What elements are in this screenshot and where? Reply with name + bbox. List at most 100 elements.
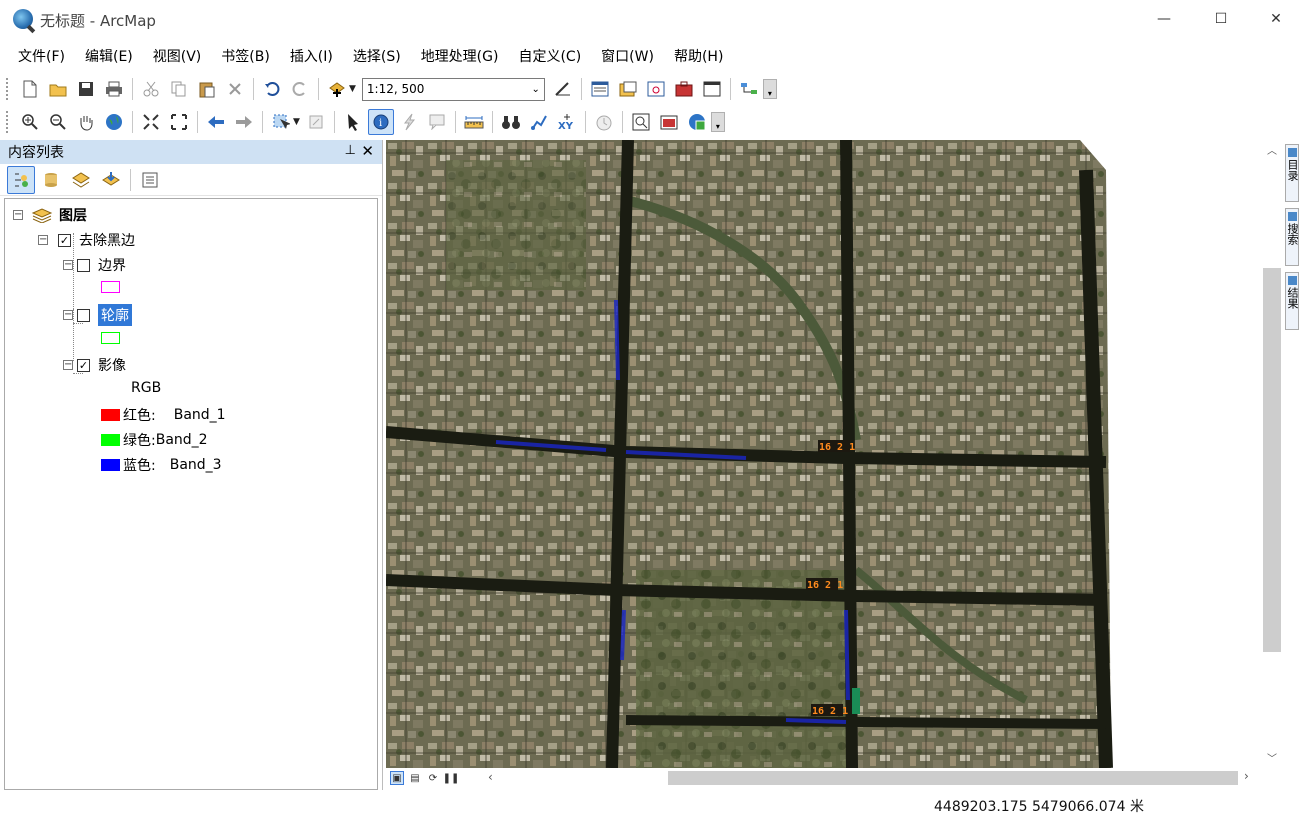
collapse-icon[interactable]: − <box>63 260 73 270</box>
chevron-down-icon[interactable]: ⌄ <box>532 84 540 95</box>
menu-view[interactable]: 视图(V) <box>143 42 212 70</box>
toolbar-grip[interactable] <box>6 111 10 133</box>
collapse-icon[interactable]: − <box>63 310 73 320</box>
boundary-symbol[interactable] <box>101 281 120 293</box>
redo-icon[interactable] <box>287 76 313 102</box>
search-tab[interactable]: 搜索 <box>1285 208 1299 266</box>
add-data-dropdown-icon[interactable]: ▼ <box>349 84 356 94</box>
toolbar-options-icon[interactable]: ▾ <box>762 79 777 99</box>
undo-icon[interactable] <box>259 76 285 102</box>
measure-ruler-icon[interactable] <box>461 109 487 135</box>
go-to-xy-icon[interactable]: XY <box>554 109 580 135</box>
vertical-scroll-thumb[interactable] <box>1263 268 1281 652</box>
list-by-visibility-icon[interactable] <box>67 166 95 194</box>
layer-group-remove-black-edge[interactable]: − ✓ 去除黑边 <box>38 230 135 250</box>
hyperlink-lightning-icon[interactable] <box>396 109 422 135</box>
refresh-icon[interactable]: ⟳ <box>426 771 440 785</box>
clear-selection-icon[interactable] <box>303 109 329 135</box>
arcgis-online-globe-icon[interactable] <box>684 109 710 135</box>
html-popup-icon[interactable] <box>424 109 450 135</box>
forward-arrow-icon[interactable] <box>231 109 257 135</box>
create-viewer-window-icon[interactable] <box>628 109 654 135</box>
map-vertical-scrollbar[interactable]: ︿ ﹀ <box>1262 140 1282 768</box>
layer-swipe-icon[interactable] <box>656 109 682 135</box>
find-route-icon[interactable] <box>526 109 552 135</box>
python-window-icon[interactable] <box>699 76 725 102</box>
print-icon[interactable] <box>101 76 127 102</box>
data-view-icon[interactable]: ▣ <box>390 771 404 785</box>
map-display[interactable]: 16 2 1 16 2 1 16 2 1 <box>386 140 1262 768</box>
toolbar-options-icon[interactable]: ▾ <box>710 112 725 132</box>
select-features-dropdown-icon[interactable]: ▼ <box>293 117 300 127</box>
band-green[interactable]: 绿色: Band_2 <box>101 430 208 450</box>
toc-close-icon[interactable]: ✕ <box>361 142 374 160</box>
scroll-left-icon[interactable]: ‹ <box>488 770 493 784</box>
time-slider-icon[interactable] <box>591 109 617 135</box>
zoom-in-icon[interactable] <box>17 109 43 135</box>
layer-image[interactable]: − ✓ 影像 <box>63 355 126 375</box>
menu-insert[interactable]: 插入(I) <box>280 42 343 70</box>
pause-drawing-icon[interactable]: ❚❚ <box>443 771 460 785</box>
menu-help[interactable]: 帮助(H) <box>664 42 733 70</box>
select-features-icon[interactable] <box>268 109 294 135</box>
collapse-icon[interactable]: − <box>38 235 48 245</box>
menu-file[interactable]: 文件(F) <box>8 42 75 70</box>
full-extent-globe-icon[interactable] <box>101 109 127 135</box>
cut-icon[interactable] <box>138 76 164 102</box>
new-document-icon[interactable] <box>17 76 43 102</box>
map-scale-combobox[interactable]: 1:12, 500 ⌄ <box>361 77 545 101</box>
menu-bookmarks[interactable]: 书签(B) <box>211 42 280 70</box>
layer-boundary[interactable]: − 边界 <box>63 255 126 275</box>
aerial-imagery-map[interactable]: 16 2 1 16 2 1 16 2 1 <box>386 140 1262 768</box>
tree-root-layers[interactable]: − 图层 <box>13 205 87 225</box>
find-binoculars-icon[interactable] <box>498 109 524 135</box>
close-button[interactable]: ✕ <box>1253 0 1299 38</box>
catalog-window-icon[interactable] <box>615 76 641 102</box>
results-tab[interactable]: 结果 <box>1285 272 1299 330</box>
list-by-drawing-order-icon[interactable] <box>7 165 35 194</box>
red-band-swatch[interactable] <box>101 409 120 421</box>
blue-band-swatch[interactable] <box>101 459 120 471</box>
fixed-zoom-out-icon[interactable] <box>166 109 192 135</box>
scroll-right-icon[interactable]: › <box>1244 769 1249 783</box>
group-visibility-checkbox[interactable]: ✓ <box>58 233 71 247</box>
band-red[interactable]: 红色: Band_1 <box>101 405 226 425</box>
save-icon[interactable] <box>73 76 99 102</box>
minimize-button[interactable]: — <box>1141 0 1187 38</box>
menu-edit[interactable]: 编辑(E) <box>75 42 143 70</box>
layout-view-icon[interactable]: ▤ <box>408 771 422 785</box>
band-blue[interactable]: 蓝色: Band_3 <box>101 455 222 475</box>
horizontal-scroll-thumb[interactable] <box>668 771 1238 785</box>
zoom-out-icon[interactable] <box>45 109 71 135</box>
layer-outline[interactable]: − 轮廓 <box>63 304 132 326</box>
modelbuilder-icon[interactable] <box>736 76 762 102</box>
toc-options-icon[interactable] <box>136 166 164 194</box>
fixed-zoom-in-icon[interactable] <box>138 109 164 135</box>
back-arrow-icon[interactable] <box>203 109 229 135</box>
boundary-symbol-swatch[interactable] <box>101 281 120 293</box>
maximize-button[interactable]: ☐ <box>1198 0 1244 38</box>
editor-toolbar-icon[interactable] <box>550 76 576 102</box>
image-visibility-checkbox[interactable]: ✓ <box>77 358 90 372</box>
outline-symbol-swatch[interactable] <box>101 332 120 344</box>
copy-icon[interactable] <box>166 76 192 102</box>
scroll-down-icon[interactable]: ﹀ <box>1262 750 1282 765</box>
pan-hand-icon[interactable] <box>73 109 99 135</box>
outline-visibility-checkbox[interactable] <box>77 308 90 322</box>
boundary-visibility-checkbox[interactable] <box>77 258 90 272</box>
menu-geoprocessing[interactable]: 地理处理(G) <box>411 42 509 70</box>
add-data-icon[interactable] <box>324 76 350 102</box>
list-by-selection-icon[interactable] <box>97 166 125 194</box>
table-of-contents-window-icon[interactable] <box>587 76 613 102</box>
outline-symbol[interactable] <box>101 332 120 344</box>
search-window-icon[interactable] <box>643 76 669 102</box>
pin-icon[interactable]: ⊥ <box>345 143 356 158</box>
delete-icon[interactable] <box>222 76 248 102</box>
list-by-source-icon[interactable] <box>37 166 65 194</box>
collapse-icon[interactable]: − <box>63 360 73 370</box>
menu-customize[interactable]: 自定义(C) <box>508 42 591 70</box>
scroll-up-icon[interactable]: ︿ <box>1262 142 1282 157</box>
map-horizontal-scrollbar[interactable]: ‹ <box>486 770 1248 786</box>
collapse-icon[interactable]: − <box>13 210 23 220</box>
arctoolbox-icon[interactable] <box>671 76 697 102</box>
